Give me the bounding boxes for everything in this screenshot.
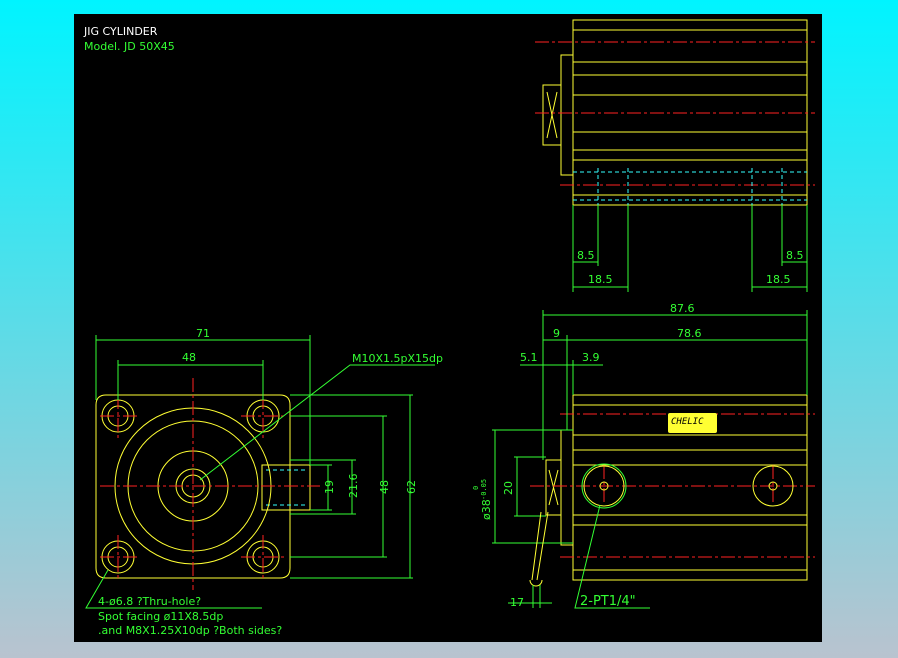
port-label: 2-PT1/4" [580,594,636,609]
brand-label: CHELIC [671,417,704,427]
dim-3-9: 3.9 [582,351,600,364]
dim-62: 62 [405,480,418,494]
note-thru-hole: 4-ø6.8 ?Thru-hole? [98,595,201,608]
thread-label: M10X1.5pX15dp [352,352,443,365]
dim-pitch-48: 48 [182,351,196,364]
tolerance-lower: -0.05 [480,479,488,500]
dim-width-71: 71 [196,327,210,340]
dim-bore: ø38 [480,499,493,520]
dim-19: 19 [323,480,336,494]
dim-wrench-17: 17 [510,596,524,609]
dim-top-right-8-5: 8.5 [786,249,804,262]
title-text: JIG CYLINDER [83,25,158,38]
dim-body-78-6: 78.6 [677,327,702,340]
note-spot-facing: Spot facing ø11X8.5dp [98,610,223,623]
front-view: 71 48 19 21.6 48 62 M10X1.5pX15dp 4-ø6.8… [85,327,443,637]
side-view: CHELIC 87.6 9 78.6 5.1 3.9 ø38 0 -0.05 2… [472,302,815,609]
top-view: 8.5 18.5 8.5 18.5 [535,19,815,292]
dim-21-6: 21.6 [347,474,360,499]
dim-cap-9: 9 [553,327,560,340]
dim-overall-87-6: 87.6 [670,302,695,315]
dim-top-left-8-5: 8.5 [577,249,595,262]
dim-top-left-18-5: 18.5 [588,273,613,286]
drawing: JIG CYLINDER Model. JD 50X45 8.5 18.5 8.… [83,19,815,637]
tolerance-upper: 0 [472,486,480,490]
cad-drawing-canvas: JIG CYLINDER Model. JD 50X45 8.5 18.5 8.… [74,14,822,642]
dim-5-1: 5.1 [520,351,538,364]
model-text: Model. JD 50X45 [84,40,175,53]
note-tap: .and M8X1.25X10dp ?Both sides? [98,624,282,637]
dim-rod-20: 20 [502,481,515,495]
dim-top-right-18-5: 18.5 [766,273,791,286]
dim-48-vertical: 48 [378,480,391,494]
